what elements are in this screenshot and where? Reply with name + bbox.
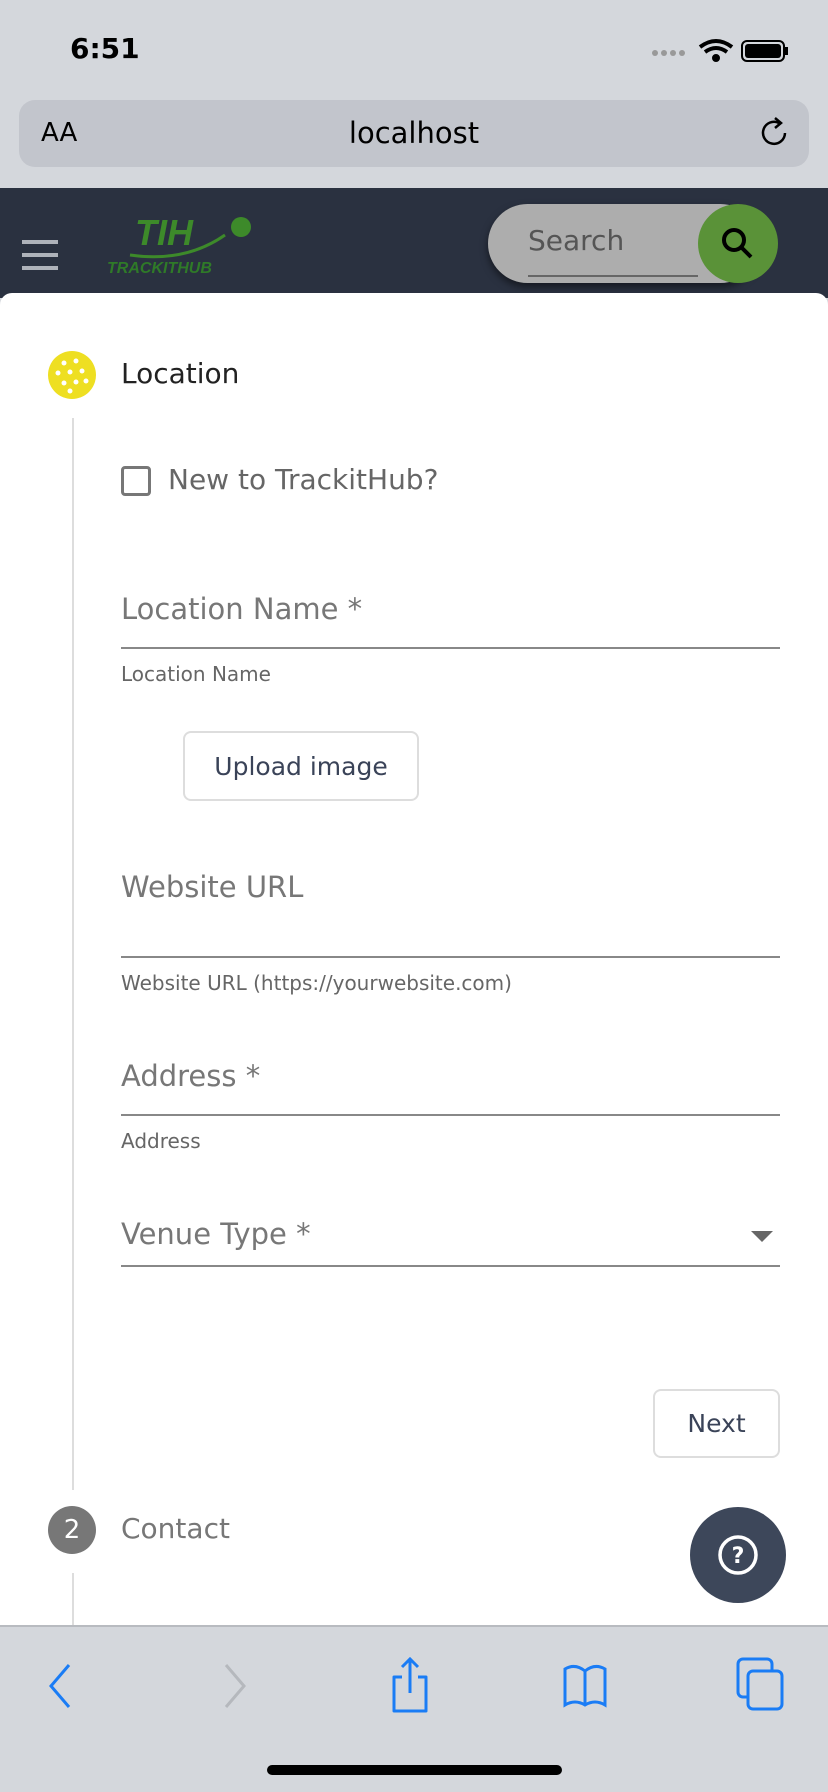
help-button[interactable]: ? [690, 1507, 786, 1603]
menu-icon[interactable] [22, 240, 58, 279]
search-button[interactable] [698, 204, 778, 283]
help-icon: ? [718, 1535, 758, 1575]
location-name-input[interactable]: Location Name * [121, 592, 362, 626]
step-2-badge: 2 [48, 1506, 96, 1554]
reload-icon[interactable] [757, 115, 793, 151]
svg-text:TRACKITHUB: TRACKITHUB [107, 260, 212, 277]
step-2-label[interactable]: Contact [121, 1512, 230, 1545]
url-text: localhost [348, 116, 480, 150]
svg-text:?: ? [732, 1544, 745, 1569]
home-indicator [267, 1765, 562, 1775]
status-icons [652, 39, 788, 62]
signal-icon [652, 50, 685, 56]
app-header: TIH TRACKITHUB Search [0, 188, 828, 298]
new-to-trackithub-checkbox[interactable] [121, 466, 151, 496]
step-1-pickleball-icon [48, 351, 96, 399]
back-icon[interactable] [45, 1661, 75, 1711]
step-connector [72, 1573, 74, 1625]
search-icon [722, 227, 753, 258]
address-input[interactable]: Address * [121, 1059, 260, 1093]
wifi-icon [698, 39, 734, 62]
step-connector [72, 418, 74, 1490]
svg-text:TIH: TIH [135, 213, 194, 253]
next-button[interactable]: Next [653, 1389, 780, 1458]
website-url-helper: Website URL (https://yourwebsite.com) [121, 971, 512, 995]
address-bar[interactable]: AA localhost [19, 100, 809, 167]
address-helper: Address [121, 1129, 201, 1153]
status-time: 6:51 [70, 32, 140, 65]
upload-image-button[interactable]: Upload image [183, 731, 419, 801]
battery-icon [741, 40, 788, 62]
website-url-input[interactable]: Website URL [121, 870, 303, 904]
location-name-underline [121, 647, 780, 649]
dropdown-arrow-icon[interactable] [750, 1229, 774, 1243]
venue-type-select[interactable]: Venue Type * [121, 1217, 311, 1251]
website-url-underline [121, 956, 780, 958]
bookmarks-icon[interactable] [562, 1661, 608, 1711]
search-input[interactable]: Search [528, 224, 624, 257]
tabs-icon[interactable] [736, 1657, 786, 1713]
step-1-label[interactable]: Location [121, 357, 239, 390]
new-to-trackithub-label[interactable]: New to TrackitHub? [168, 463, 438, 496]
forward-icon[interactable] [220, 1661, 250, 1711]
location-name-helper: Location Name [121, 662, 271, 686]
venue-type-underline [121, 1265, 780, 1267]
address-underline [121, 1114, 780, 1116]
share-icon[interactable] [390, 1655, 430, 1715]
trackithub-logo: TIH TRACKITHUB [107, 213, 251, 277]
